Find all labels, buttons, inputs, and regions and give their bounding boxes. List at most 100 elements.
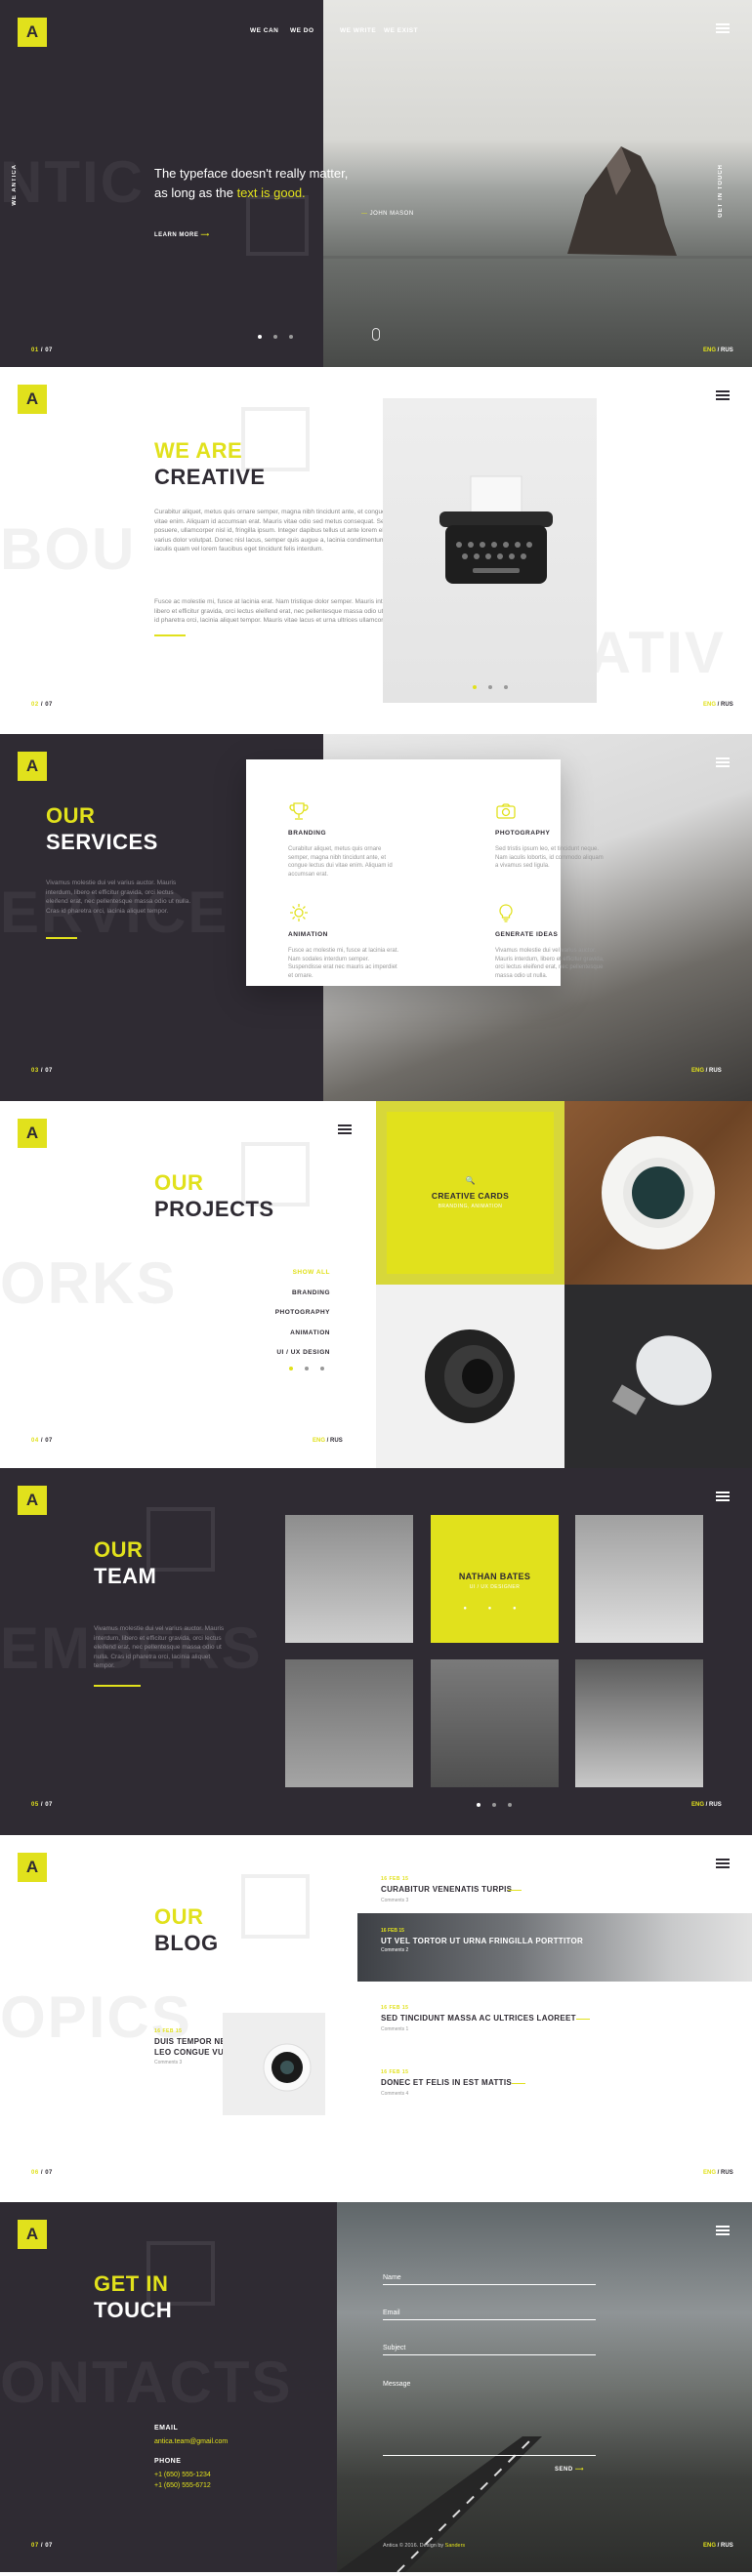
service-photography[interactable]: PHOTOGRAPHY Sed tristis ipsum leo, et ti… (495, 800, 607, 871)
lightbulb-illustration (611, 1335, 712, 1415)
service-text: Curabitur aliquet, metus quis ornare sem… (288, 846, 393, 878)
team-member-photo[interactable] (575, 1659, 703, 1787)
blog-frame-deco (241, 1874, 310, 1939)
language-switch[interactable]: ENG / RUS (691, 1068, 722, 1074)
hero-quote-highlight: text is good. (236, 185, 306, 200)
lightbulb-icon (499, 904, 513, 922)
logo[interactable]: A (18, 1486, 47, 1515)
post-date: 16 FEB 15 (381, 1928, 404, 1934)
hero-quote-author: — JOHN MASON (361, 211, 414, 217)
service-branding[interactable]: BRANDING Curabitur aliquet, metus quis o… (288, 800, 400, 879)
projects-section: A ORKS OUR PROJECTS SHOW ALL BRANDING PHO… (0, 1101, 752, 1468)
nav-item-we-can[interactable]: WE CAN (250, 27, 278, 34)
project-title: CREATIVE CARDS (431, 1191, 510, 1201)
post-comments: Comments 1 (381, 2025, 409, 2032)
project-lens-photo[interactable] (376, 1285, 564, 1468)
contact-title: GET IN TOUCH (94, 2271, 173, 2322)
filter-photography[interactable]: PHOTOGRAPHY (275, 1303, 330, 1324)
nav-item-we-exist[interactable]: WE EXIST (384, 27, 418, 34)
typewriter-photo (383, 398, 597, 703)
contact-ghost-text: ONTACTS (0, 2350, 293, 2415)
post-comments: Comments 4 (381, 2090, 409, 2097)
contact-section: A ONTACTS GET IN TOUCH EMAIL antica.team@… (0, 2202, 752, 2572)
team-dots[interactable] (477, 1803, 512, 1807)
phone-2[interactable]: +1 (650) 555-6712 (154, 2480, 211, 2491)
scroll-mouse-icon[interactable] (372, 328, 380, 341)
service-text: Vivamus molestie dui vel varius auctor. … (495, 948, 605, 979)
language-switch[interactable]: ENG / RUS (313, 1438, 343, 1444)
team-member-photo[interactable] (575, 1515, 703, 1643)
arrow-right-icon: ⟶ (200, 232, 210, 238)
filter-ui-ux[interactable]: UI / UX DESIGN (275, 1343, 330, 1364)
menu-icon[interactable] (716, 1492, 730, 1501)
menu-icon[interactable] (716, 390, 730, 400)
blog-post-featured-text: 16 FEB 15 UT VEL TORTOR UT URNA FRINGILL… (381, 1928, 583, 1953)
blog-coffee-photo[interactable] (223, 2013, 325, 2115)
project-bulb-photo[interactable] (564, 1285, 752, 1468)
trophy-icon (289, 802, 309, 820)
blog-post[interactable]: 16 FEB 15 SED TINCIDUNT MASSA AC ULTRICE… (381, 2005, 576, 2032)
service-generate-ideas[interactable]: GENERATE IDEAS Vivamus molestie dui vel … (495, 902, 607, 980)
project-creative-cards[interactable]: 🔍 CREATIVE CARDS BRANDING, ANIMATION (376, 1101, 564, 1285)
nav-item-we-write[interactable]: WE WRITE (340, 27, 376, 34)
camera-icon (496, 803, 516, 819)
service-text: Fusce ac molestie mi, fusce at lacinia e… (288, 948, 399, 979)
about-paragraph-1: Curabitur aliquet, metus quis ornare sem… (154, 509, 418, 552)
menu-icon[interactable] (716, 757, 730, 767)
blog-post[interactable]: 16 FEB 15 DONEC ET FELIS IN EST MATTIS C… (381, 2069, 512, 2097)
team-member-featured[interactable]: NATHAN BATES UI / UX DESIGNER ● ● ● (431, 1515, 559, 1643)
logo[interactable]: A (18, 1853, 47, 1882)
vertical-label-right[interactable]: GET IN TOUCH (718, 164, 724, 218)
language-switch[interactable]: ENG / RUS (703, 702, 733, 708)
service-animation[interactable]: ANIMATION Fusce ac molestie mi, fusce at… (288, 902, 400, 980)
nav-item-we-do[interactable]: WE DO (290, 27, 314, 34)
subject-field[interactable]: Subject (383, 2345, 596, 2355)
email-value[interactable]: antica.team@gmail.com (154, 2436, 228, 2447)
hero-quote: The typeface doesn't really matter, as l… (154, 164, 348, 203)
logo[interactable]: A (18, 2220, 47, 2249)
service-text: Sed tristis ipsum leo, et tincidunt nequ… (495, 846, 604, 869)
team-member-photo[interactable] (285, 1515, 413, 1643)
team-frame-deco (146, 1507, 215, 1572)
send-button[interactable]: SEND ⟶ (555, 2466, 584, 2473)
projects-dots[interactable] (289, 1367, 324, 1370)
service-name: GENERATE IDEAS (495, 931, 559, 938)
name-field[interactable]: Name (383, 2274, 596, 2285)
social-icons[interactable]: ● ● ● (431, 1606, 559, 1612)
hero-slider-dots[interactable] (258, 335, 293, 339)
blog-post[interactable]: 16 FEB 15 CURABITUR VENENATIS TURPIS Com… (381, 1876, 512, 1903)
blog-title: OUR BLOG (154, 1904, 219, 1955)
post-title: SED TINCIDUNT MASSA AC ULTRICES LAOREET (381, 2014, 576, 2023)
filter-branding[interactable]: BRANDING (275, 1284, 330, 1304)
language-switch[interactable]: ENG / RUS (703, 2543, 733, 2549)
language-switch[interactable]: ENG / RUS (691, 1802, 722, 1808)
logo[interactable]: A (18, 1119, 47, 1148)
menu-icon[interactable] (716, 2226, 730, 2235)
menu-icon[interactable] (716, 23, 730, 33)
about-slider-dots[interactable] (473, 685, 508, 689)
learn-more-label: LEARN MORE (154, 232, 199, 238)
logo[interactable]: A (18, 752, 47, 781)
logo[interactable]: A (18, 385, 47, 414)
search-icon: 🔍 (465, 1176, 476, 1185)
message-field[interactable]: Message (383, 2381, 596, 2456)
learn-more-link[interactable]: LEARN MORE ⟶ (154, 231, 210, 238)
menu-icon[interactable] (338, 1124, 352, 1134)
team-intro: Vivamus molestie dui vel varius auctor. … (94, 1625, 225, 1669)
language-switch[interactable]: ENG / RUS (703, 348, 733, 353)
logo[interactable]: A (18, 18, 47, 47)
email-field[interactable]: Email (383, 2310, 596, 2320)
team-member-photo[interactable] (285, 1659, 413, 1787)
project-overlay: 🔍 CREATIVE CARDS BRANDING, ANIMATION (387, 1112, 554, 1274)
project-tags: BRANDING, ANIMATION (438, 1204, 503, 1209)
menu-icon[interactable] (716, 1859, 730, 1868)
language-switch[interactable]: ENG / RUS (703, 2170, 733, 2176)
blog-post-featured[interactable]: 16 FEB 15 UT VEL TORTOR UT URNA FRINGILL… (357, 1913, 752, 1982)
project-coffee-photo[interactable] (564, 1101, 752, 1285)
about-ghost-left: BOU (0, 516, 137, 582)
filter-show-all[interactable]: SHOW ALL (275, 1263, 330, 1284)
team-member-photo[interactable] (431, 1659, 559, 1787)
phone-1[interactable]: +1 (650) 555-1234 (154, 2470, 211, 2480)
filter-animation[interactable]: ANIMATION (275, 1324, 330, 1344)
projects-title: OUR PROJECTS (154, 1170, 274, 1221)
